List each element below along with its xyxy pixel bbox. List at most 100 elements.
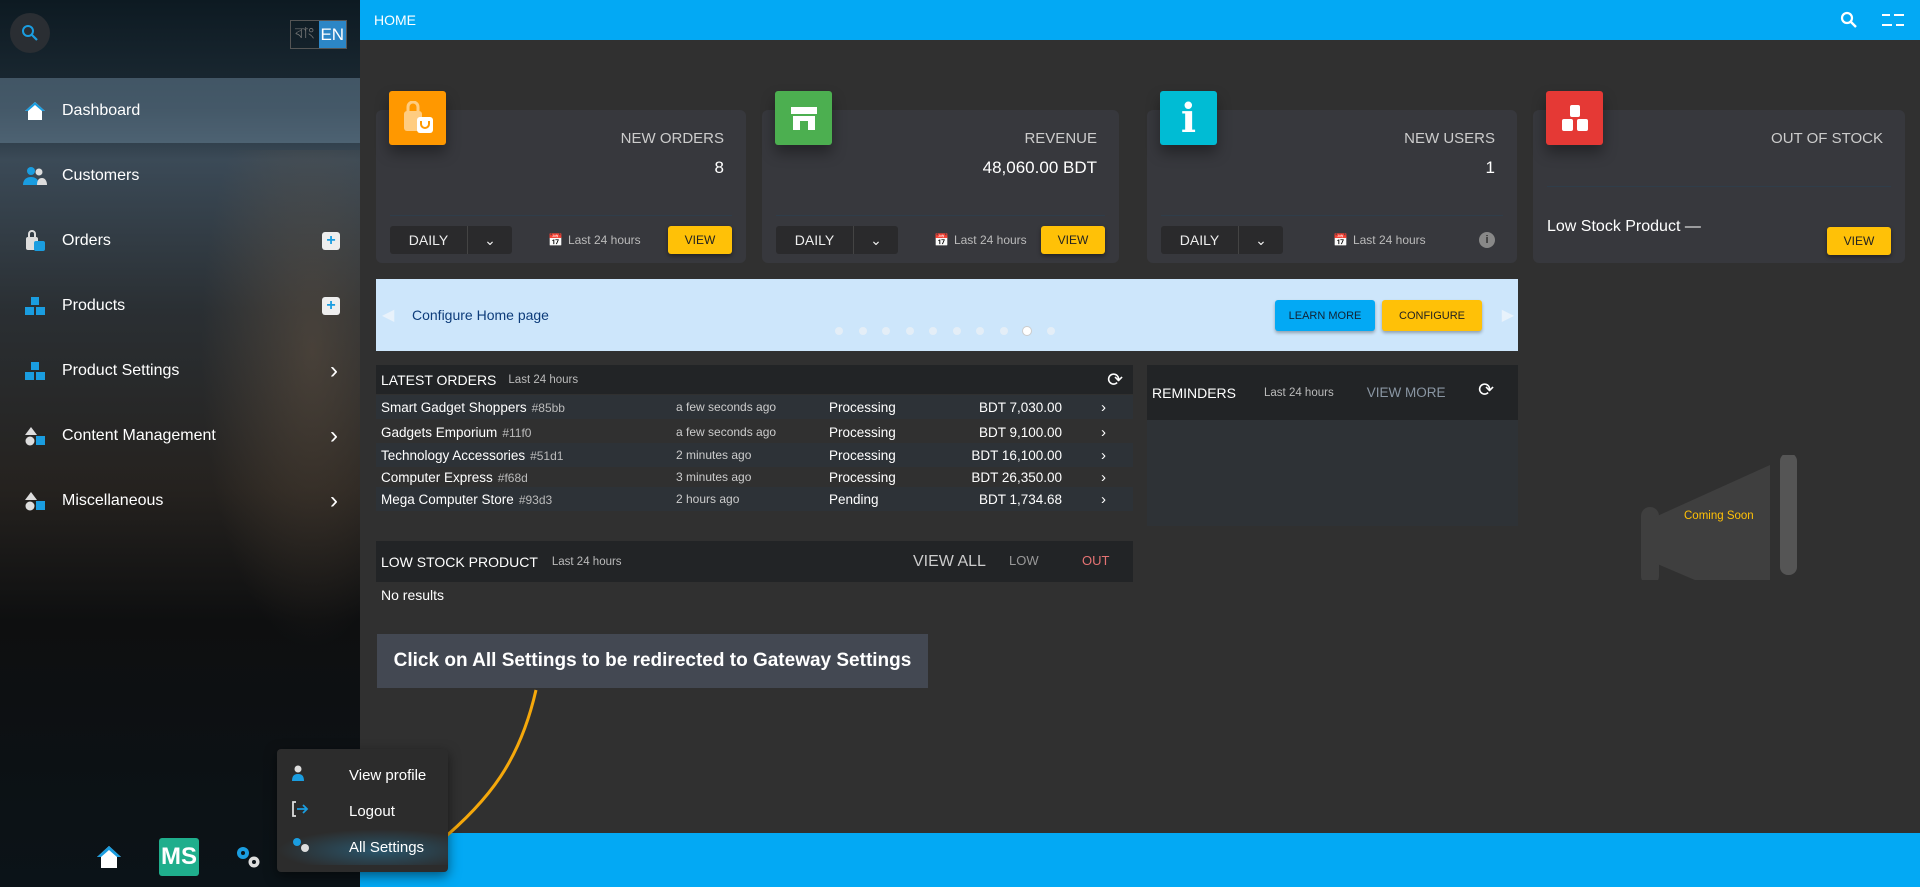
gears-icon bbox=[277, 837, 349, 857]
out-of-stock-card: OUT OF STOCK Low Stock Product — VIEW bbox=[1533, 91, 1905, 263]
chevron-right-icon[interactable]: › bbox=[1101, 469, 1106, 486]
sidebar-item-products[interactable]: Products + bbox=[0, 273, 360, 338]
app-logo[interactable]: MS bbox=[159, 838, 199, 876]
filter-menu-button[interactable] bbox=[1882, 12, 1904, 31]
range-label: 📅 Last 24 hours bbox=[1333, 233, 1426, 247]
calendar-icon: 📅 bbox=[548, 233, 563, 247]
carousel-dot[interactable] bbox=[1046, 327, 1055, 335]
out-filter[interactable]: OUT bbox=[1082, 553, 1109, 568]
order-status: Processing bbox=[829, 447, 896, 463]
shopping-bag-icon bbox=[389, 91, 446, 145]
logout-icon bbox=[277, 801, 349, 821]
bottom-bar bbox=[360, 833, 1920, 887]
order-status: Pending bbox=[829, 491, 879, 507]
period-select[interactable]: DAILY ⌄ bbox=[776, 226, 898, 254]
home-button[interactable] bbox=[96, 845, 122, 874]
customer-name: Smart Gadget Shoppers #85bb bbox=[381, 399, 565, 415]
view-all-link[interactable]: VIEW ALL bbox=[913, 553, 986, 571]
refresh-icon[interactable]: ⟳ bbox=[1107, 369, 1123, 392]
all-settings-item[interactable]: All Settings bbox=[277, 829, 448, 865]
menu-label: All Settings bbox=[349, 838, 425, 856]
chevron-right-icon[interactable]: › bbox=[1101, 491, 1106, 508]
lang-en[interactable]: EN bbox=[318, 21, 346, 48]
sidebar-item-product-settings[interactable]: Product Settings › bbox=[0, 338, 360, 403]
refresh-icon[interactable]: ⟳ bbox=[1478, 379, 1494, 402]
carousel-dot[interactable] bbox=[858, 327, 867, 335]
table-row[interactable]: Technology Accessories #51d1 2 minutes ag… bbox=[376, 443, 1133, 467]
carousel-dot[interactable] bbox=[905, 327, 914, 335]
sidebar-item-customers[interactable]: Customers bbox=[0, 143, 360, 208]
panel-header: LATEST ORDERS Last 24 hours ⟳ bbox=[376, 365, 1133, 394]
chevron-right-icon: › bbox=[330, 421, 338, 449]
view-profile-item[interactable]: View profile bbox=[277, 757, 448, 793]
period-select[interactable]: DAILY ⌄ bbox=[1161, 226, 1283, 254]
table-row[interactable]: Mega Computer Store #93d3 2 hours ago Pen… bbox=[376, 487, 1133, 511]
search-button[interactable] bbox=[1840, 11, 1858, 32]
carousel-dot[interactable] bbox=[835, 327, 843, 335]
sidebar-item-label: Content Management bbox=[62, 426, 216, 444]
info-icon[interactable]: i bbox=[1479, 232, 1495, 248]
order-amount: BDT 9,100.00 bbox=[978, 424, 1062, 440]
calendar-icon: 📅 bbox=[934, 233, 949, 247]
range-text: Last 24 hours bbox=[1352, 233, 1426, 247]
carousel-dot[interactable] bbox=[929, 327, 937, 335]
sidebar-item-dashboard[interactable]: Dashboard bbox=[0, 78, 360, 143]
lang-bn[interactable]: বাং bbox=[291, 21, 319, 48]
table-row[interactable]: Smart Gadget Shoppers #85bb a few seconds… bbox=[376, 395, 1133, 419]
view-button[interactable]: VIEW bbox=[1827, 227, 1891, 255]
search-button[interactable] bbox=[10, 13, 50, 53]
sidebar-item-label: Miscellaneous bbox=[62, 491, 164, 509]
banner-text: Configure Home page bbox=[412, 307, 549, 323]
configure-button[interactable]: CONFIGURE bbox=[1382, 300, 1482, 331]
reminders-panel: REMINDERS Last 24 hours VIEW MORE ⟳ bbox=[1147, 365, 1518, 526]
sidebar-item-label: Dashboard bbox=[62, 101, 141, 119]
shopping-bag-icon bbox=[22, 229, 48, 252]
carousel-prev[interactable]: ◀ bbox=[382, 305, 394, 325]
order-id: #11f0 bbox=[502, 425, 532, 440]
low-filter[interactable]: LOW bbox=[1009, 553, 1039, 568]
chevron-down-icon[interactable]: ⌄ bbox=[468, 226, 512, 254]
chevron-down-icon[interactable]: ⌄ bbox=[854, 226, 898, 254]
user-menu-popup: View profile Logout All Settings bbox=[277, 749, 448, 872]
user-icon bbox=[277, 765, 349, 785]
customer-name: Gadgets Emporium #11f0 bbox=[381, 424, 532, 440]
carousel-dot[interactable] bbox=[999, 327, 1008, 335]
chevron-right-icon[interactable]: › bbox=[1101, 447, 1106, 464]
carousel-next[interactable]: ▶ bbox=[1502, 305, 1514, 325]
chevron-down-icon[interactable]: ⌄ bbox=[1239, 226, 1283, 254]
chevron-right-icon[interactable]: › bbox=[1101, 399, 1106, 416]
table-row[interactable]: Computer Express #f68d 3 minutes ago Proc… bbox=[376, 465, 1133, 489]
add-product-button[interactable]: + bbox=[322, 296, 340, 315]
chevron-right-icon[interactable]: › bbox=[1101, 424, 1106, 441]
carousel-dot[interactable] bbox=[882, 327, 890, 335]
order-amount: BDT 1,734.68 bbox=[978, 491, 1062, 507]
language-toggle[interactable]: বাং EN bbox=[290, 20, 347, 49]
add-order-button[interactable]: + bbox=[322, 231, 340, 250]
carousel-dot[interactable] bbox=[1023, 327, 1031, 335]
top-bar: HOME bbox=[360, 0, 1920, 40]
settings-button[interactable] bbox=[234, 844, 264, 875]
learn-more-button[interactable]: LEARN MORE bbox=[1275, 300, 1375, 331]
sidebar-item-label: Orders bbox=[62, 231, 111, 249]
menu-label: View profile bbox=[349, 766, 427, 784]
table-row[interactable]: Gadgets Emporium #11f0 a few seconds ago … bbox=[376, 420, 1133, 444]
sidebar-item-orders[interactable]: Orders + bbox=[0, 208, 360, 273]
panel-title: LATEST ORDERS bbox=[381, 371, 497, 388]
sidebar-item-miscellaneous[interactable]: Miscellaneous › bbox=[0, 468, 360, 533]
logout-item[interactable]: Logout bbox=[277, 793, 448, 829]
view-button[interactable]: VIEW bbox=[668, 226, 732, 254]
sidebar-item-content-management[interactable]: Content Management › bbox=[0, 403, 360, 468]
customer-name: Mega Computer Store #93d3 bbox=[381, 491, 553, 507]
card-value: 48,060.00 BDT bbox=[982, 158, 1097, 177]
order-time: a few seconds ago bbox=[676, 400, 777, 414]
customer-name: Technology Accessories #51d1 bbox=[381, 447, 564, 463]
card-title: REVENUE bbox=[1024, 130, 1097, 147]
carousel-dot[interactable] bbox=[952, 327, 961, 335]
period-select[interactable]: DAILY ⌄ bbox=[390, 226, 512, 254]
carousel-dot[interactable] bbox=[976, 327, 984, 335]
coming-soon-illustration: Coming Soon bbox=[1640, 455, 1805, 580]
order-id: #93d3 bbox=[518, 492, 553, 507]
view-more-link[interactable]: VIEW MORE bbox=[1367, 385, 1446, 400]
view-button[interactable]: VIEW bbox=[1041, 226, 1105, 254]
order-amount: BDT 26,350.00 bbox=[971, 469, 1062, 485]
